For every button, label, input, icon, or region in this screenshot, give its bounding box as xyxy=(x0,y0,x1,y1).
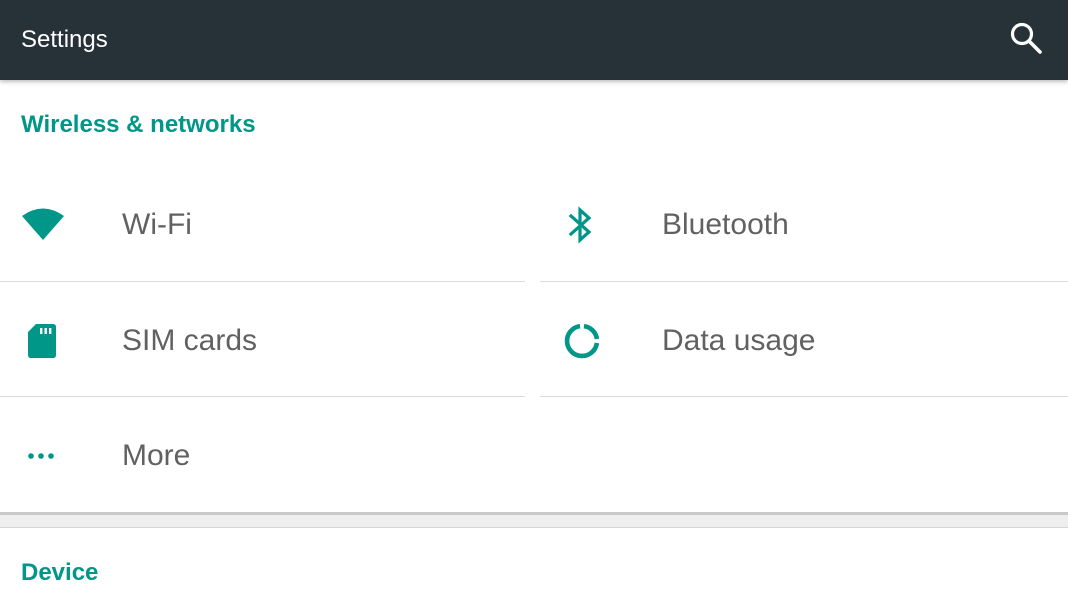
settings-item-label: More xyxy=(122,438,191,472)
page-title: Settings xyxy=(21,26,108,53)
search-button[interactable] xyxy=(1004,18,1048,62)
more-horiz-icon xyxy=(18,432,66,480)
settings-item-label: Bluetooth xyxy=(662,207,789,241)
settings-item-more[interactable]: More xyxy=(0,398,525,513)
settings-item-data-usage[interactable]: Data usage xyxy=(540,283,1068,398)
settings-item-label: Wi-Fi xyxy=(122,207,192,241)
divider xyxy=(0,396,525,397)
divider xyxy=(0,281,525,282)
section-header-wireless: Wireless & networks xyxy=(21,111,256,138)
settings-item-wifi[interactable]: Wi-Fi xyxy=(0,167,525,282)
section-header-device: Device xyxy=(21,559,99,586)
settings-screen: Settings Wireless & networks Wi-Fi Bluet… xyxy=(0,0,1068,602)
section-divider xyxy=(0,512,1068,528)
data-usage-icon xyxy=(558,317,606,365)
bluetooth-icon xyxy=(557,201,605,249)
toolbar: Settings xyxy=(0,0,1068,80)
settings-item-sim-cards[interactable]: SIM cards xyxy=(0,283,525,398)
wifi-icon xyxy=(19,201,67,249)
settings-item-label: SIM cards xyxy=(122,323,258,357)
divider xyxy=(540,281,1068,282)
divider xyxy=(540,396,1068,397)
settings-item-bluetooth[interactable]: Bluetooth xyxy=(540,167,1068,282)
sim-card-icon xyxy=(18,317,66,365)
search-icon xyxy=(1009,21,1043,60)
settings-item-label: Data usage xyxy=(662,323,816,357)
